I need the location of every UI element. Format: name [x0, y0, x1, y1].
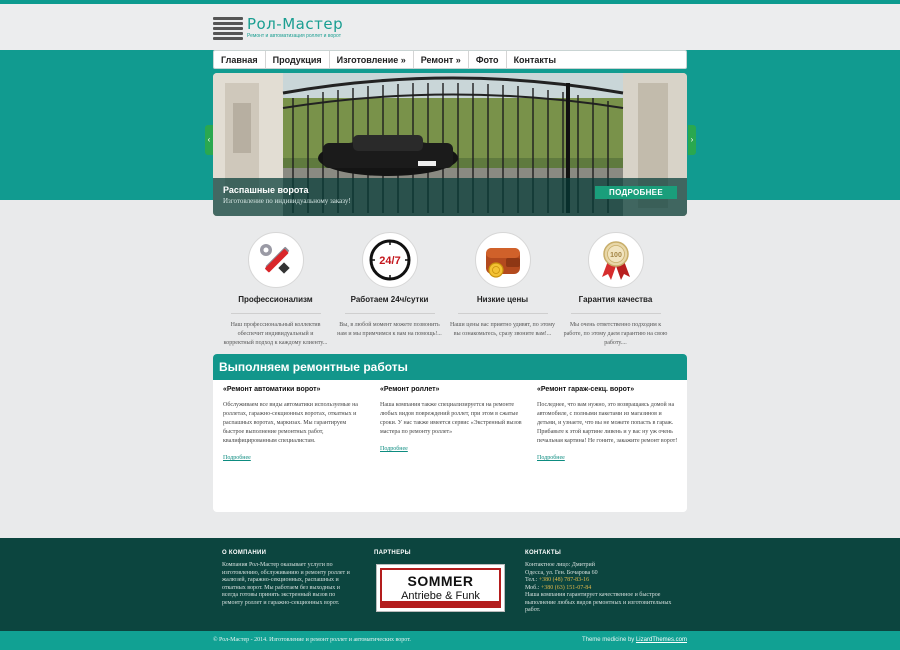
medal-badge: 100 — [610, 252, 622, 259]
clock-badge: 24/7 — [379, 255, 400, 267]
nav-item-photo[interactable]: Фото — [469, 51, 507, 68]
theme-credit-link[interactable]: LizardThemes.com — [636, 637, 687, 643]
footer: О КОМПАНИИ Компания Рол-Мастер оказывает… — [0, 538, 900, 631]
feature-title: Профессионализм — [238, 295, 313, 304]
feature-icon-circle: 100 — [587, 232, 644, 288]
feature-text: Наши цены вас приятно удивят, по этому в… — [449, 322, 556, 337]
repair-section: Выполняем ремонтные работы «Ремонт автом… — [213, 354, 687, 512]
wallet-icon — [485, 248, 520, 278]
footer-partners-title: ПАРТНЕРЫ — [374, 550, 411, 556]
partner-logo-sommer[interactable]: SOMMER Antriebe & Funk — [376, 564, 505, 612]
medal-icon: 100 — [601, 241, 630, 280]
feature-professionalism: Профессионализм Наш профессиональный кол… — [218, 232, 333, 348]
footer-contacts-block: Контактное лицо: Дмитрий Одесса, ул. Ген… — [525, 562, 680, 615]
feature-text: Мы очень ответственно подходим к работе,… — [563, 322, 668, 346]
repair-column-text: Последнее, что вам нужно, это возвращаяс… — [537, 402, 678, 444]
chevron-right-icon: › — [690, 135, 694, 144]
nav-item-contacts[interactable]: Контакты — [507, 51, 563, 68]
slider-next-button[interactable]: › — [688, 125, 696, 155]
feature-title: Работаем 24ч/сутки — [350, 295, 429, 304]
repair-column-title: «Ремонт автоматики ворот» — [223, 386, 321, 393]
slide-more-button[interactable]: ПОДРОБНЕЕ — [595, 186, 677, 199]
phone-label: Тел.: — [525, 577, 538, 583]
nav-item-home[interactable]: Главная — [214, 51, 266, 68]
feature-icon-circle — [474, 232, 531, 288]
repair-column-title: «Ремонт роллет» — [380, 386, 440, 393]
slider-prev-button[interactable]: ‹ — [205, 125, 213, 155]
nav-item-repair[interactable]: Ремонт » — [414, 51, 469, 68]
slide-caption: Распашные ворота Изготовление по индивид… — [213, 178, 687, 216]
mobile-number[interactable]: +380 (63) 151-07-84 — [541, 585, 591, 591]
repair-column-title: «Ремонт гараж-секц. ворот» — [537, 386, 635, 393]
chevron-left-icon: ‹ — [207, 135, 211, 144]
contact-address: Одесса, ул. Ген. Бочарова 60 — [525, 569, 598, 576]
phone-number[interactable]: +380 (48) 787-83-16 — [539, 577, 589, 583]
divider — [230, 313, 321, 314]
footer-about-title: О КОМПАНИИ — [222, 550, 267, 556]
divider — [457, 313, 548, 314]
header — [0, 4, 900, 50]
footer-about-text: Компания Рол-Мастер оказывает услуги по … — [222, 562, 350, 606]
theme-credit: Theme medicine by LizardThemes.com — [582, 631, 687, 650]
repair-column: «Ремонт гараж-секц. ворот» Последнее, чт… — [537, 386, 682, 464]
copyright-bar: © Рол-Мастер - 2014. Изготовление и ремо… — [0, 631, 900, 650]
site-logo[interactable]: Рол-Мастер Ремонт и автоматизация роллет… — [213, 13, 363, 43]
tools-icon — [259, 244, 290, 274]
slide-text: Изготовление по индивидуальному заказу! — [223, 197, 351, 205]
slide-title: Распашные ворота — [223, 185, 309, 195]
divider — [570, 313, 661, 314]
hero-slider[interactable]: Распашные ворота Изготовление по индивид… — [213, 73, 687, 216]
repair-more-link[interactable]: Подробнее — [223, 455, 251, 461]
nav-item-products[interactable]: Продукция — [266, 51, 330, 68]
mobile-label: Моб.: — [525, 584, 540, 591]
main-nav: Главная Продукция Изготовление » Ремонт … — [213, 50, 687, 69]
copyright-text: © Рол-Мастер - 2014. Изготовление и ремо… — [213, 637, 411, 643]
shutter-logo-icon — [213, 15, 243, 41]
partner-logo-strip — [382, 601, 499, 606]
feature-quality: 100 Гарантия качества Мы очень ответстве… — [558, 232, 673, 348]
repair-more-link[interactable]: Подробнее — [380, 446, 408, 452]
logo-tagline: Ремонт и автоматизация роллет и ворот — [247, 33, 341, 39]
repair-column-text: Наша компания также специализируется на … — [380, 402, 522, 435]
feature-title: Гарантия качества — [578, 295, 653, 304]
feature-icon-circle — [247, 232, 304, 288]
divider — [344, 313, 435, 314]
feature-low-prices: Низкие цены Наши цены вас приятно удивят… — [445, 232, 560, 339]
repair-column-text: Обслуживаем все виды автоматики использу… — [223, 402, 358, 444]
repair-more-link[interactable]: Подробнее — [537, 455, 565, 461]
contact-text: Наша компания гарантирует качественное и… — [525, 592, 672, 613]
repair-column: «Ремонт автоматики ворот» Обслуживаем вс… — [223, 386, 368, 464]
feature-icon-circle: 24/7 — [361, 232, 418, 288]
clock-24-7-icon: 24/7 — [369, 239, 410, 281]
contact-person: Контактное лицо: Дмитрий — [525, 562, 595, 568]
footer-contacts-title: КОНТАКТЫ — [525, 550, 562, 556]
feature-24-7: 24/7 Работаем 24ч/сутки Вы, в любой моме… — [332, 232, 447, 339]
logo-title: Рол-Мастер — [247, 15, 344, 33]
nav-item-manufacturing[interactable]: Изготовление » — [330, 51, 414, 68]
partner-logo-brand: SOMMER — [407, 573, 474, 589]
theme-credit-prefix: Theme medicine by — [581, 637, 635, 643]
feature-text: Вы, в любой момент можете позвонить нам … — [337, 322, 442, 337]
feature-title: Низкие цены — [476, 295, 529, 304]
repair-heading: Выполняем ремонтные работы — [213, 354, 687, 380]
repair-column: «Ремонт роллет» Наша компания также спец… — [380, 386, 525, 455]
feature-text: Наш профессиональный коллектив обеспечит… — [223, 322, 328, 346]
